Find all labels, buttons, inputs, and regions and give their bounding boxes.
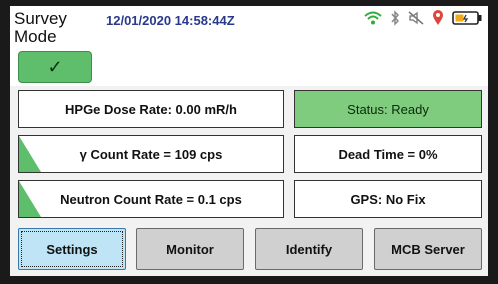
- gamma-count-rate-readout: γ Count Rate = 109 cps: [18, 135, 284, 173]
- gps-label: GPS: No Fix: [350, 191, 426, 207]
- hpge-dose-rate-readout: HPGe Dose Rate: 0.00 mR/h: [18, 90, 284, 128]
- status-label: Status: Ready: [347, 101, 429, 117]
- wifi-icon: [364, 11, 382, 30]
- status-icons: [364, 10, 482, 31]
- confirm-check-button[interactable]: ✓: [18, 51, 92, 83]
- device-frame: Survey Mode ✓ 12/01/2020 14:58:44Z HPGe …: [0, 0, 498, 284]
- speaker-muted-icon: [408, 11, 424, 30]
- checkmark-icon: ✓: [47, 57, 63, 77]
- mode-title: Survey Mode: [14, 9, 67, 46]
- header-bar: Survey Mode ✓ 12/01/2020 14:58:44Z: [10, 6, 488, 86]
- mcb-server-button[interactable]: MCB Server: [374, 228, 482, 270]
- dead-time-readout: Dead Time = 0%: [294, 135, 482, 173]
- bluetooth-icon: [390, 10, 400, 31]
- identify-button[interactable]: Identify: [255, 228, 363, 270]
- hpge-dose-rate-label: HPGe Dose Rate: 0.00 mR/h: [65, 101, 237, 117]
- gamma-count-rate-label: γ Count Rate = 109 cps: [79, 146, 223, 162]
- timestamp: 12/01/2020 14:58:44Z: [106, 13, 235, 28]
- screen: Survey Mode ✓ 12/01/2020 14:58:44Z HPGe …: [10, 6, 488, 276]
- neutron-count-rate-label: Neutron Count Rate = 0.1 cps: [60, 191, 242, 207]
- gamma-level-indicator-icon: [19, 136, 41, 172]
- neutron-count-rate-readout: Neutron Count Rate = 0.1 cps: [18, 180, 284, 218]
- status-readout: Status: Ready: [294, 90, 482, 128]
- bottom-button-bar: Settings Monitor Identify MCB Server: [18, 228, 482, 270]
- battery-icon: [452, 11, 482, 30]
- settings-button[interactable]: Settings: [18, 228, 126, 270]
- location-pin-icon: [432, 10, 444, 31]
- neutron-level-indicator-icon: [19, 181, 41, 217]
- monitor-button[interactable]: Monitor: [136, 228, 244, 270]
- readout-grid: HPGe Dose Rate: 0.00 mR/h Status: Ready …: [18, 90, 482, 220]
- gps-readout: GPS: No Fix: [294, 180, 482, 218]
- dead-time-label: Dead Time = 0%: [338, 146, 438, 162]
